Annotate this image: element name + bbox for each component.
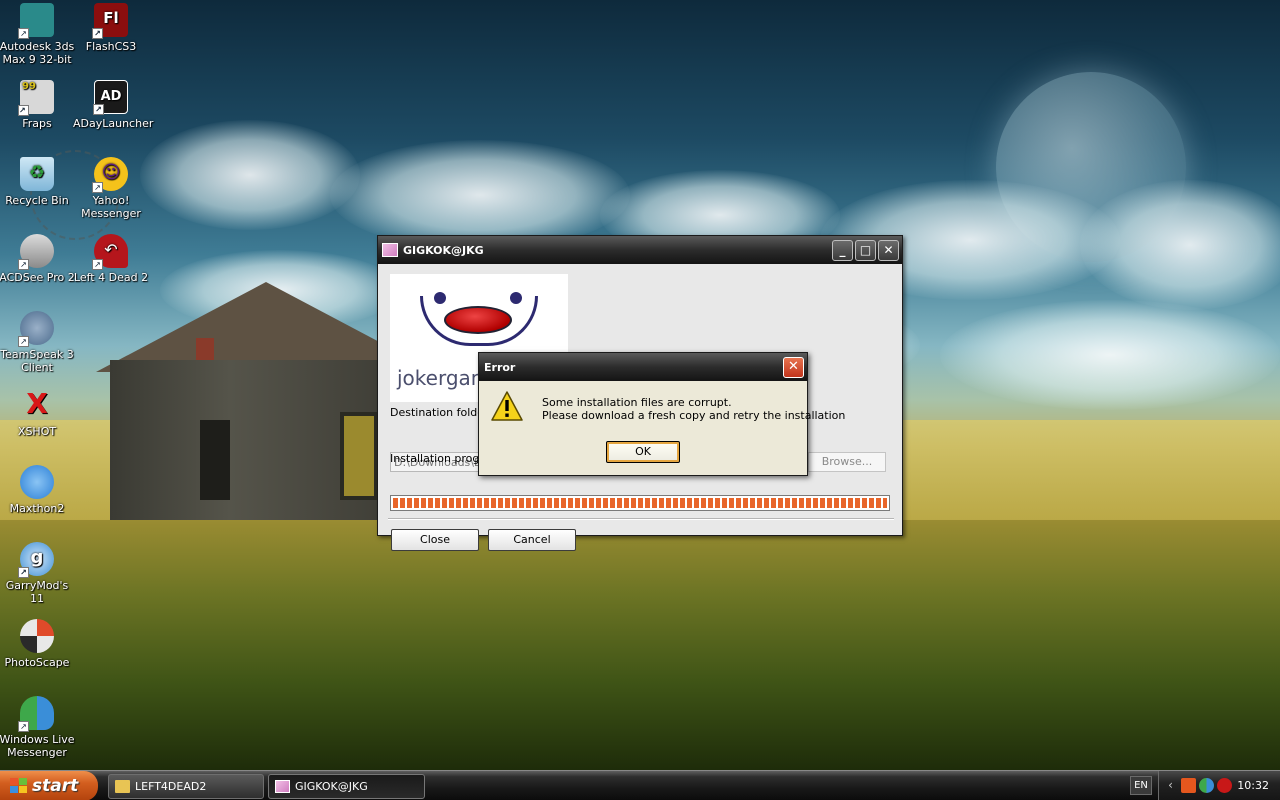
folder-icon — [115, 780, 130, 793]
divider — [388, 518, 894, 520]
desktop-icon-maxthon[interactable]: Maxthon2 — [0, 465, 75, 515]
desktop-icon-label: ADayLauncher — [73, 117, 154, 130]
error-message: Some installation files are corrupt. Ple… — [542, 396, 845, 422]
logo-dot — [434, 292, 446, 304]
desktop-icon-label: Maxthon2 — [9, 502, 65, 515]
maximize-button[interactable]: □ — [855, 239, 876, 261]
error-message-line: Please download a fresh copy and retry t… — [542, 409, 846, 422]
desktop-icon-label: Recycle Bin — [5, 194, 69, 207]
app-window-icon — [275, 780, 290, 793]
system-tray: ‹ 10:32 — [1158, 771, 1280, 800]
photoscape-icon — [20, 619, 54, 653]
taskbar-item-left4dead2[interactable]: LEFT4DEAD2 — [108, 774, 264, 799]
recycle-bin-icon: ♻ — [20, 157, 54, 191]
wallpaper-cloud — [330, 140, 630, 250]
maxthon-icon — [20, 465, 54, 499]
desktop-icon-label: FlashCS3 — [85, 40, 137, 53]
desktop-icon-photoscape[interactable]: PhotoScape — [0, 619, 75, 669]
garrysmod-icon: g ↗ — [18, 542, 54, 578]
taskbar: start LEFT4DEAD2 GIGKOK@JKG EN ‹ 10:32 — [0, 770, 1280, 800]
desktop-icon-teamspeak[interactable]: ↗ TeamSpeak 3 Client — [0, 311, 75, 374]
desktop-icon-label: XSHOT — [17, 425, 57, 438]
language-indicator[interactable]: EN — [1130, 776, 1152, 795]
tray-messenger-icon[interactable] — [1199, 778, 1214, 793]
desktop-icon-left4dead2[interactable]: ↶ ↗ Left 4 Dead 2 — [73, 234, 149, 284]
acdsee-icon: ↗ — [18, 234, 54, 270]
desktop-icon-label: Fraps — [22, 117, 52, 130]
left4dead2-icon: ↶ ↗ — [92, 234, 128, 270]
progress-fill — [393, 498, 887, 508]
error-body: Some installation files are corrupt. Ple… — [479, 381, 845, 475]
windows-logo-icon — [10, 778, 27, 794]
error-titlebar[interactable]: Error ✕ — [479, 353, 807, 381]
desktop-icon-windows-live-messenger[interactable]: ↗ Windows Live Messenger — [0, 696, 75, 759]
desktop-icon-label: Yahoo! Messenger — [81, 194, 141, 220]
wallpaper-cloud — [140, 120, 360, 230]
tray-expand-icon[interactable]: ‹ — [1163, 778, 1178, 793]
flash-icon: Fl ↗ — [92, 3, 128, 39]
cancel-button[interactable]: Cancel — [488, 529, 576, 551]
error-message-line: Some installation files are corrupt. — [542, 396, 732, 409]
desktop-icon-label: Autodesk 3ds Max 9 32-bit — [0, 40, 75, 66]
wallpaper-house-door — [200, 420, 230, 500]
installation-progress-bar — [390, 495, 890, 511]
teamspeak-icon: ↗ — [18, 311, 54, 347]
installer-title: GIGKOK@JKG — [403, 243, 484, 257]
warning-icon — [491, 391, 523, 421]
wallpaper-house-window — [340, 412, 378, 500]
taskbar-item-label: LEFT4DEAD2 — [135, 780, 207, 793]
wallpaper-cloud — [940, 300, 1280, 410]
wallpaper-house-chimney — [196, 338, 214, 362]
desktop-icon-label: TeamSpeak 3 Client — [0, 348, 74, 374]
ok-button[interactable]: OK — [606, 441, 680, 463]
start-label: start — [32, 776, 79, 796]
tray-app-icon[interactable] — [1181, 778, 1196, 793]
desktop-icon-fraps[interactable]: 99 ↗ Fraps — [0, 80, 75, 130]
desktop-icon-adaylauncher[interactable]: AD ↗ ADayLauncher — [73, 80, 153, 130]
xshot-icon: X — [26, 387, 48, 420]
desktop-icon-label: Windows Live Messenger — [0, 733, 75, 759]
logo-text: jokergan — [397, 366, 484, 390]
desktop-icon-flashcs3[interactable]: Fl ↗ FlashCS3 — [73, 3, 149, 53]
wallpaper-cloud — [1080, 180, 1280, 310]
installer-titlebar[interactable]: GIGKOK@JKG _ □ ✕ — [378, 236, 902, 264]
desktop-icon-3dsmax[interactable]: ↗ Autodesk 3ds Max 9 32-bit — [0, 3, 75, 66]
logo-dot — [510, 292, 522, 304]
destination-folder-label: Destination folder — [390, 406, 489, 419]
error-dialog: Error ✕ Some installation files are corr… — [478, 352, 845, 476]
desktop-icon-garrysmod[interactable]: g ↗ GarryMod's 11 — [0, 542, 75, 605]
3dsmax-icon: ↗ — [18, 3, 54, 39]
adaylauncher-icon: AD ↗ — [93, 80, 128, 115]
fraps-icon: 99 ↗ — [18, 80, 54, 116]
desktop-icon-label: Left 4 Dead 2 — [73, 271, 149, 284]
yahoo-messenger-icon: ☺ ↗ — [92, 157, 128, 193]
tray-antivirus-icon[interactable] — [1217, 778, 1232, 793]
error-title: Error — [484, 360, 516, 374]
desktop-icon-label: GarryMod's 11 — [5, 579, 69, 605]
logo-red-oval — [444, 306, 512, 334]
window-close-button[interactable]: ✕ — [878, 239, 899, 261]
desktop-icon-label: PhotoScape — [4, 656, 70, 669]
browse-button[interactable]: Browse... — [808, 452, 886, 472]
error-close-button[interactable]: ✕ — [783, 356, 804, 378]
desktop-icon-xshot[interactable]: X XSHOT — [0, 387, 75, 439]
taskbar-item-label: GIGKOK@JKG — [295, 780, 368, 793]
windows-live-messenger-icon: ↗ — [18, 696, 54, 732]
minimize-button[interactable]: _ — [832, 239, 853, 261]
close-button[interactable]: Close — [391, 529, 479, 551]
app-window-icon — [382, 243, 398, 257]
desktop-icon-acdsee[interactable]: ↗ ACDSee Pro 2 — [0, 234, 75, 284]
desktop-icon-label: ACDSee Pro 2 — [0, 271, 75, 284]
desktop-icon-recycle-bin[interactable]: ♻ Recycle Bin — [0, 157, 75, 207]
start-button[interactable]: start — [0, 771, 98, 800]
desktop-icon-yahoo-messenger[interactable]: ☺ ↗ Yahoo! Messenger — [73, 157, 149, 220]
wallpaper-grass — [0, 520, 1280, 770]
taskbar-item-gigkok[interactable]: GIGKOK@JKG — [268, 774, 425, 799]
taskbar-clock: 10:32 — [1237, 779, 1269, 792]
